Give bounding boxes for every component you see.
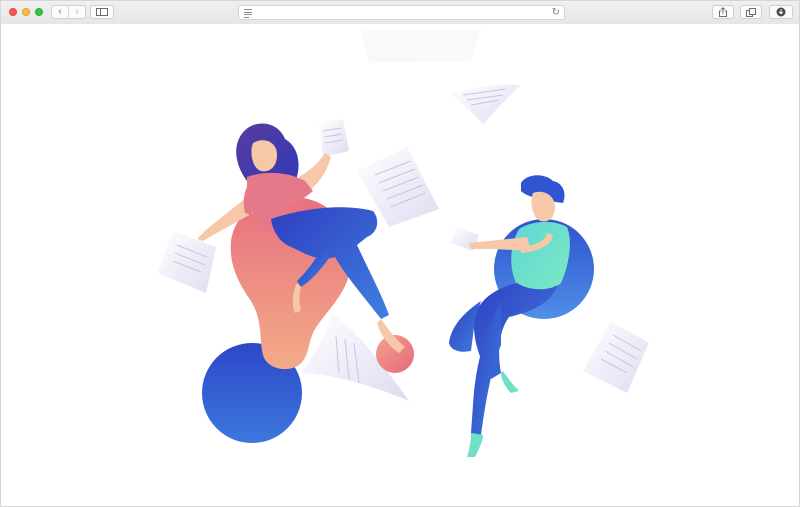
downloads-button[interactable] bbox=[769, 5, 793, 19]
tabs-icon bbox=[746, 7, 756, 17]
download-icon bbox=[776, 7, 786, 17]
forward-button[interactable]: › bbox=[68, 6, 85, 18]
page-content bbox=[1, 24, 799, 506]
back-button[interactable]: ‹ bbox=[52, 6, 68, 18]
reader-icon[interactable] bbox=[244, 9, 252, 19]
paper-sheet bbox=[319, 119, 349, 157]
browser-window: ‹ › ↻ bbox=[0, 0, 800, 507]
paper-sheet bbox=[451, 84, 521, 124]
paper-sheet bbox=[361, 29, 481, 63]
people-with-papers-illustration bbox=[158, 29, 649, 457]
share-button[interactable] bbox=[712, 5, 734, 19]
history-navigation: ‹ › bbox=[51, 5, 86, 19]
tabs-button[interactable] bbox=[740, 5, 762, 19]
zoom-window-button[interactable] bbox=[35, 8, 43, 16]
reload-icon[interactable]: ↻ bbox=[552, 7, 560, 18]
paper-sheet bbox=[158, 231, 216, 293]
browser-toolbar: ‹ › ↻ bbox=[1, 1, 799, 25]
paper-sheet bbox=[583, 321, 649, 393]
address-bar[interactable]: ↻ bbox=[238, 5, 565, 20]
close-window-button[interactable] bbox=[9, 8, 17, 16]
chevron-right-icon: › bbox=[75, 6, 79, 17]
minimize-window-button[interactable] bbox=[22, 8, 30, 16]
sidebar-icon bbox=[96, 8, 108, 16]
share-icon bbox=[719, 7, 727, 17]
sidebar-button[interactable] bbox=[90, 5, 114, 19]
chevron-left-icon: ‹ bbox=[58, 6, 62, 17]
